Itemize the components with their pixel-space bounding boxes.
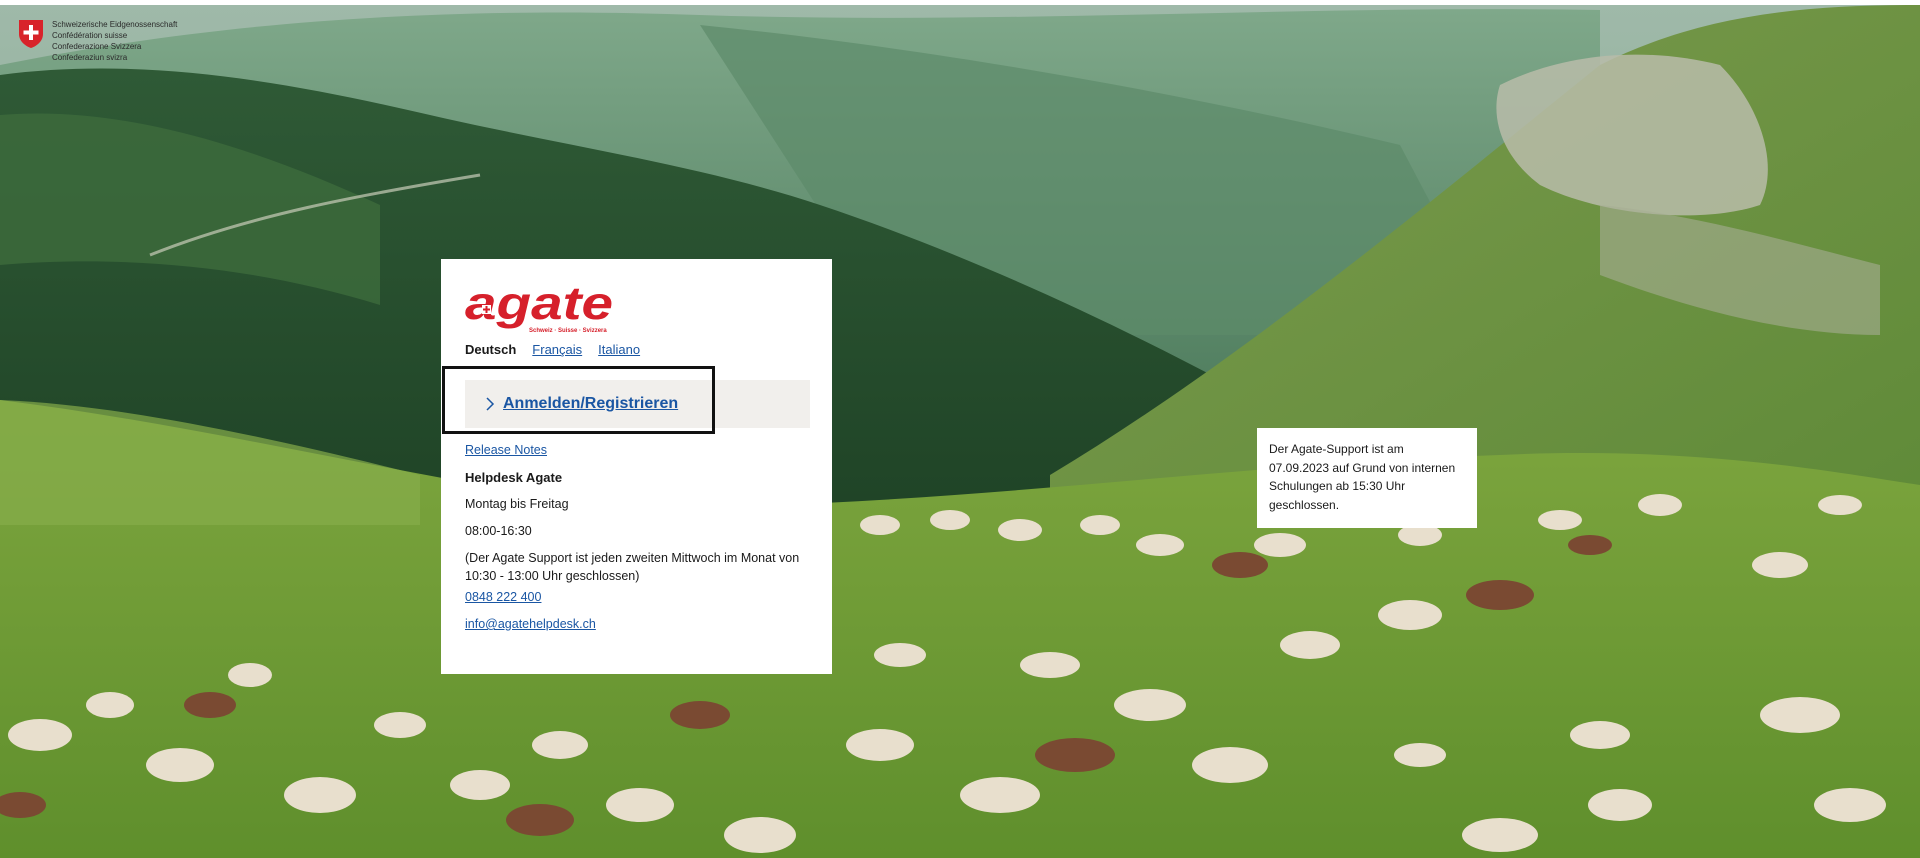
login-card: agate Schweiz · Suisse · Svizzera Deutsc… <box>441 259 832 674</box>
helpdesk-email-link[interactable]: info@agatehelpdesk.ch <box>465 617 596 631</box>
confederation-name-rm: Confederaziun svizra <box>52 53 128 62</box>
agate-tagline: Schweiz · Suisse · Svizzera <box>529 328 607 334</box>
confederation-names: Schweizerische Eidgenossenschaft Confédé… <box>52 19 177 63</box>
language-link-italiano[interactable]: Italiano <box>598 342 640 357</box>
language-link-francais[interactable]: Français <box>532 342 582 357</box>
confederation-name-it: Confederazione Svizzera <box>52 42 142 51</box>
helpdesk-closure-note: (Der Agate Support ist jeden zweiten Mit… <box>465 551 800 583</box>
helpdesk-phone-link[interactable]: 0848 222 400 <box>465 590 541 604</box>
login-register-label: Anmelden/Registrieren <box>503 395 679 412</box>
agate-logo: agate Schweiz · Suisse · Svizzera <box>465 283 615 335</box>
chevron-right-icon <box>486 397 495 411</box>
helpdesk-days: Montag bis Freitag <box>465 497 569 511</box>
support-closure-notice: Der Agate-Support ist am 07.09.2023 auf … <box>1257 428 1477 528</box>
swiss-shield-icon <box>19 20 43 48</box>
language-active-deutsch: Deutsch <box>465 342 517 357</box>
confederation-logo: Schweizerische Eidgenossenschaft Confédé… <box>18 19 177 63</box>
confederation-name-fr: Confédération suisse <box>52 31 128 40</box>
helpdesk-title: Helpdesk Agate <box>465 470 563 485</box>
background-landscape-image <box>0 5 1920 858</box>
login-box: Anmelden/Registrieren <box>465 380 810 428</box>
support-closure-notice-text: Der Agate-Support ist am 07.09.2023 auf … <box>1269 442 1456 512</box>
page: Schweizerische Eidgenossenschaft Confédé… <box>0 0 1920 858</box>
confederation-name-de: Schweizerische Eidgenossenschaft <box>52 20 178 29</box>
release-notes-link[interactable]: Release Notes <box>465 443 547 457</box>
helpdesk-hours: 08:00-16:30 <box>465 524 532 538</box>
login-register-button[interactable]: Anmelden/Registrieren <box>485 395 678 413</box>
language-switcher: Deutsch Français Italiano <box>465 342 640 357</box>
